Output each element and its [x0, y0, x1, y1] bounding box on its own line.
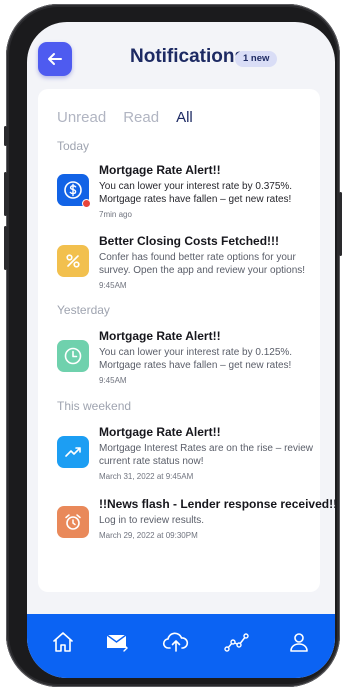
bottom-nav — [27, 614, 335, 678]
section-this-weekend: This weekend — [57, 399, 132, 413]
tab-read[interactable]: Read — [123, 109, 159, 126]
notification-body: Mortgage Interest Rates are on the rise … — [99, 443, 313, 467]
arrow-left-icon — [48, 53, 62, 65]
notification-body: Log in to review results. — [99, 515, 205, 526]
clock-icon — [64, 347, 82, 365]
page-title: Notifications — [130, 46, 246, 67]
notification-icon-box — [57, 245, 89, 277]
notification-time: March 31, 2022 at 9:45AM — [99, 472, 194, 481]
volume-down-button — [4, 226, 7, 270]
section-today: Today — [57, 139, 90, 153]
screen: Notifications 1 new Unread Read All Toda… — [27, 22, 335, 678]
notification-body: You can lower your interest rate by 0.12… — [99, 347, 293, 371]
notification-title: !!News flash - Lender response received!… — [99, 497, 335, 511]
notification-title: Mortgage Rate Alert!! — [99, 163, 221, 177]
percent-icon — [66, 254, 80, 268]
dollar-circle-icon — [64, 181, 82, 199]
filter-tabs: Unread Read All — [57, 109, 210, 126]
notification-icon-box — [57, 506, 89, 538]
notification-body: Confer has found better rate options for… — [99, 252, 306, 276]
phone-frame: Notifications 1 new Unread Read All Toda… — [4, 4, 342, 687]
notification-time: March 29, 2022 at 09:30PM — [99, 531, 198, 540]
notification-icon-box — [57, 340, 89, 372]
power-button — [339, 192, 342, 256]
new-count-badge: 1 new — [235, 51, 278, 67]
mute-switch — [4, 126, 7, 146]
notification-title: Mortgage Rate Alert!! — [99, 329, 221, 343]
notifications-card: Unread Read All Today Mortgage Rate Aler… — [38, 89, 335, 592]
nav-analytics[interactable] — [223, 628, 251, 656]
notification-item[interactable]: Better Closing Costs Fetched!!! Confer h… — [57, 234, 319, 294]
notification-time: 9:45AM — [99, 281, 127, 290]
notification-item[interactable]: !!News flash - Lender response received!… — [57, 497, 335, 547]
chart-line-icon — [224, 633, 249, 652]
notification-title: Better Closing Costs Fetched!!! — [99, 234, 280, 248]
tab-all[interactable]: All — [176, 109, 193, 126]
alarm-icon — [65, 514, 81, 530]
trend-up-icon — [65, 447, 81, 457]
mail-icon — [106, 634, 128, 652]
nav-messages[interactable] — [104, 628, 132, 656]
nav-profile[interactable] — [285, 628, 313, 656]
user-icon — [290, 633, 308, 652]
notification-item[interactable]: Mortgage Rate Alert!! You can lower your… — [57, 329, 319, 389]
section-yesterday: Yesterday — [57, 303, 110, 317]
notification-item[interactable]: Mortgage Rate Alert!! You can lower your… — [57, 163, 319, 223]
nav-upload[interactable] — [162, 628, 190, 656]
unread-dot — [82, 199, 91, 208]
back-button[interactable] — [38, 42, 72, 76]
cloud-upload-icon — [162, 632, 189, 652]
notification-body: You can lower your interest rate by 0.37… — [99, 181, 293, 205]
notification-time: 9:45AM — [99, 376, 127, 385]
notification-icon-box — [57, 436, 89, 468]
notification-item[interactable]: Mortgage Rate Alert!! Mortgage Interest … — [57, 425, 319, 485]
nav-home[interactable] — [49, 628, 77, 656]
notification-title: Mortgage Rate Alert!! — [99, 425, 221, 439]
tab-unread[interactable]: Unread — [57, 109, 106, 126]
notification-time: 7min ago — [99, 210, 132, 219]
home-icon — [53, 632, 73, 652]
volume-up-button — [4, 172, 7, 216]
